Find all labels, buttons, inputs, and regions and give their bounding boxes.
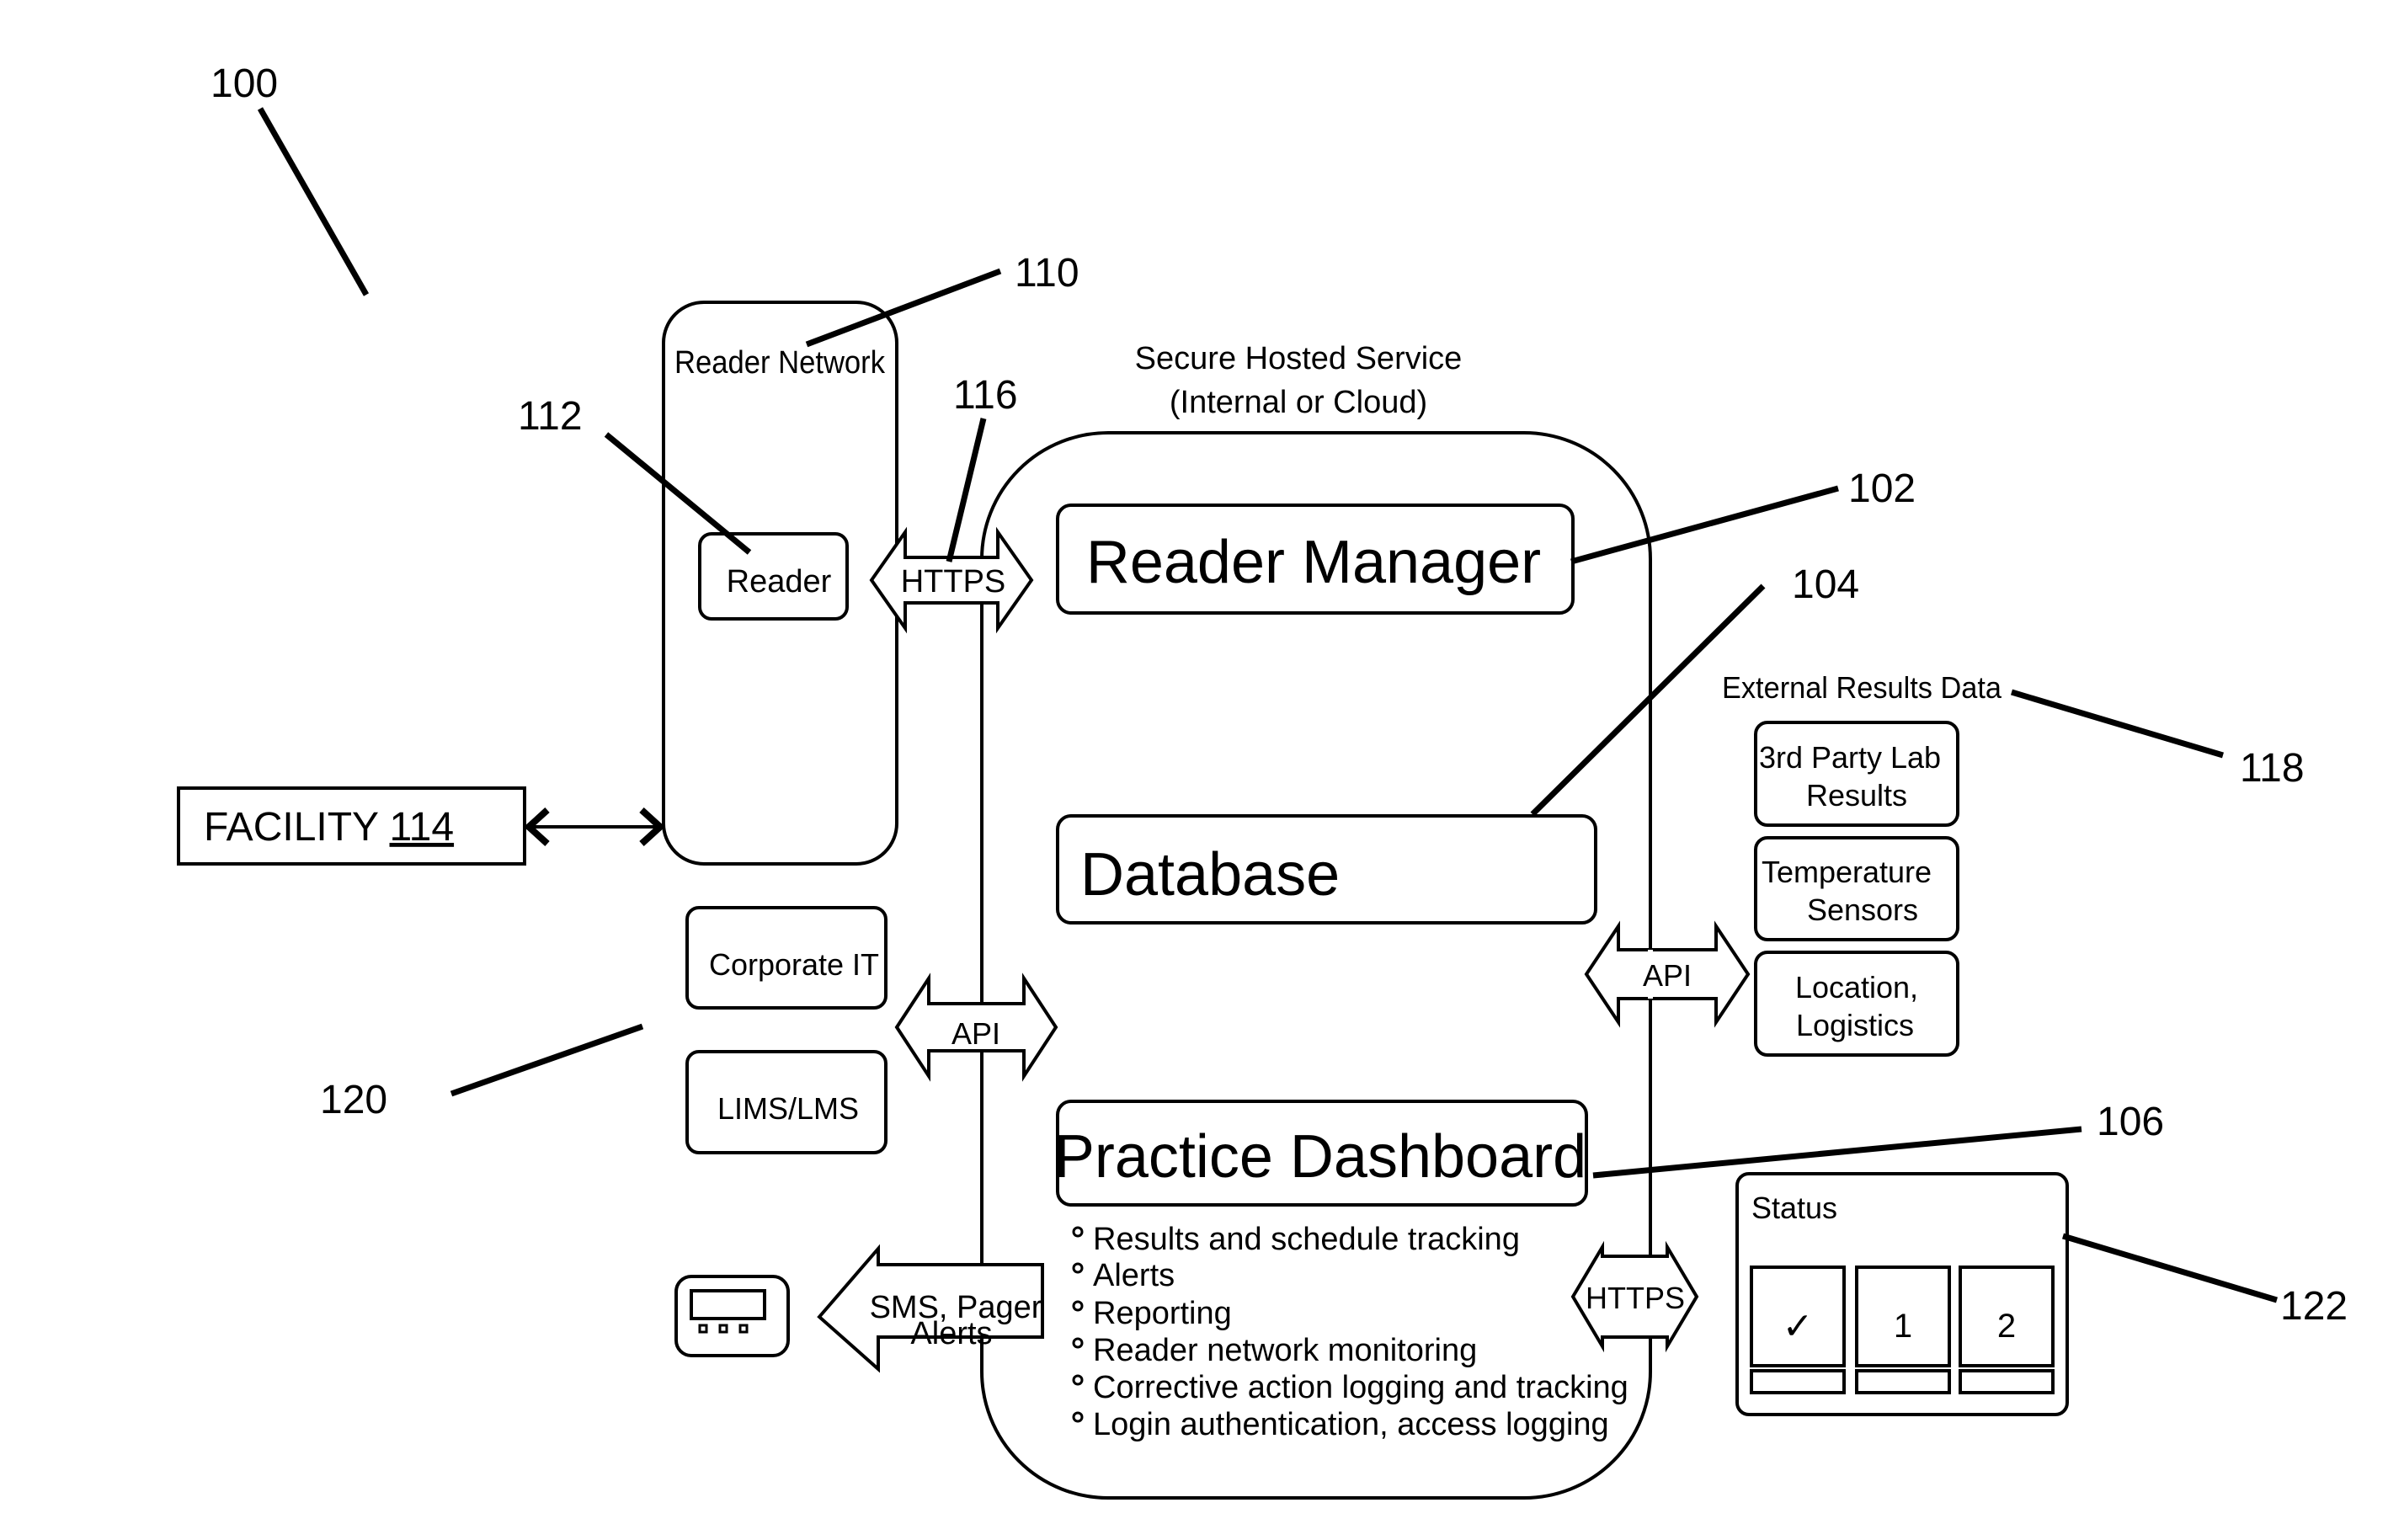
leader-line-112 — [604, 432, 752, 555]
ref-label-122: 122 — [2280, 1284, 2348, 1329]
external-item-temperature-sensors: Temperature Sensors — [1754, 836, 1959, 941]
leader-line-110 — [805, 268, 1002, 348]
feature-item: Reporting — [1072, 1296, 1232, 1331]
status-cell-value: 2 — [1997, 1308, 2016, 1345]
bullet-icon — [1072, 1226, 1084, 1238]
feature-text: Reporting — [1093, 1296, 1232, 1331]
leader-line-120 — [450, 1023, 644, 1097]
reader-manager-label: Reader Manager — [1086, 529, 1541, 596]
leader-line-102 — [1570, 485, 1839, 565]
bullet-icon — [1072, 1337, 1084, 1349]
leader-line-116 — [946, 418, 987, 562]
feature-item: Reader network monitoring — [1072, 1333, 1477, 1368]
external-item-line2: Results — [1806, 778, 1907, 813]
enterprise-item-corporate-it: Corporate IT — [685, 906, 888, 1010]
https-right-label: HTTPS — [1586, 1281, 1685, 1315]
bullet-icon — [1072, 1300, 1084, 1312]
leader-line-122 — [2061, 1233, 2279, 1303]
ref-label-106: 106 — [2097, 1100, 2164, 1144]
status-cell: 1 — [1855, 1266, 1951, 1394]
ref-label-110: 110 — [1015, 251, 1079, 296]
secure-service-title-line2: (Internal or Cloud) — [1170, 385, 1427, 420]
bullet-icon — [1072, 1374, 1084, 1386]
facility-label: FACILITY 114 — [204, 805, 454, 850]
ref-label-112: 112 — [518, 394, 583, 439]
reader-label: Reader — [727, 564, 832, 599]
external-item-line2: Logistics — [1796, 1008, 1914, 1042]
practice-dashboard-label: Practice Dashboard — [1054, 1123, 1586, 1191]
ref-label-116: 116 — [953, 373, 1018, 418]
api-right-label: API — [1643, 958, 1692, 993]
ref-label-114: 114 — [390, 805, 455, 850]
external-item-line1: Temperature — [1762, 855, 1932, 889]
status-title: Status — [1751, 1191, 1837, 1225]
status-cell: ✓ — [1750, 1266, 1846, 1394]
check-icon: ✓ — [1783, 1306, 1814, 1347]
https-left-label: HTTPS — [901, 564, 1006, 599]
external-item-line2: Sensors — [1807, 893, 1918, 927]
secure-service-title-line1: Secure Hosted Service — [1135, 341, 1463, 376]
feature-text: Corrective action logging and tracking — [1093, 1370, 1628, 1405]
feature-item: Alerts — [1072, 1258, 1175, 1293]
external-item-line1: 3rd Party Lab — [1759, 740, 1941, 775]
ref-label-102: 102 — [1848, 466, 1916, 511]
sms-alerts-line2: Alerts — [910, 1316, 992, 1351]
feature-item: Login authentication, access logging — [1072, 1407, 1609, 1442]
feature-text: Alerts — [1093, 1258, 1175, 1293]
ref-label-120: 120 — [320, 1078, 387, 1122]
enterprise-item-label: Corporate IT — [709, 947, 879, 982]
status-cell-value: 1 — [1894, 1308, 1912, 1345]
feature-text: Reader network monitoring — [1093, 1333, 1477, 1368]
enterprise-item-lims: LIMS/LMS — [685, 1050, 888, 1154]
reader-network-label: Reader Network — [674, 345, 886, 381]
external-item-lab-results: 3rd Party Lab Results — [1754, 721, 1959, 827]
system-diagram: 100 Reader Network 110 Reader 112 FACILI… — [177, 61, 2348, 1500]
bullet-icon — [1072, 1411, 1084, 1423]
feature-item: Results and schedule tracking — [1072, 1222, 1520, 1257]
feature-item: Corrective action logging and tracking — [1072, 1370, 1628, 1405]
practice-dashboard-feature-list: Results and schedule tracking Alerts Rep… — [1072, 1222, 1628, 1442]
feature-text: Login authentication, access logging — [1093, 1407, 1609, 1442]
leader-line-100 — [257, 107, 370, 296]
bullet-icon — [1072, 1262, 1084, 1274]
ref-label-104: 104 — [1792, 562, 1859, 607]
external-results-title: External Results Data — [1722, 670, 2002, 705]
feature-text: Results and schedule tracking — [1093, 1222, 1520, 1257]
external-item-line1: Location, — [1795, 970, 1918, 1004]
status-cell: 2 — [1959, 1266, 2055, 1394]
ref-label-118: 118 — [2240, 746, 2305, 791]
database-label: Database — [1080, 841, 1340, 909]
api-left-label: API — [951, 1016, 1000, 1051]
leader-line-106 — [1592, 1126, 2082, 1179]
enterprise-item-label: LIMS/LMS — [717, 1091, 859, 1126]
external-item-location-logistics: Location, Logistics — [1754, 951, 1959, 1057]
leader-line-118 — [2010, 689, 2225, 759]
pager-icon — [674, 1275, 790, 1357]
ref-label-100: 100 — [211, 61, 278, 106]
